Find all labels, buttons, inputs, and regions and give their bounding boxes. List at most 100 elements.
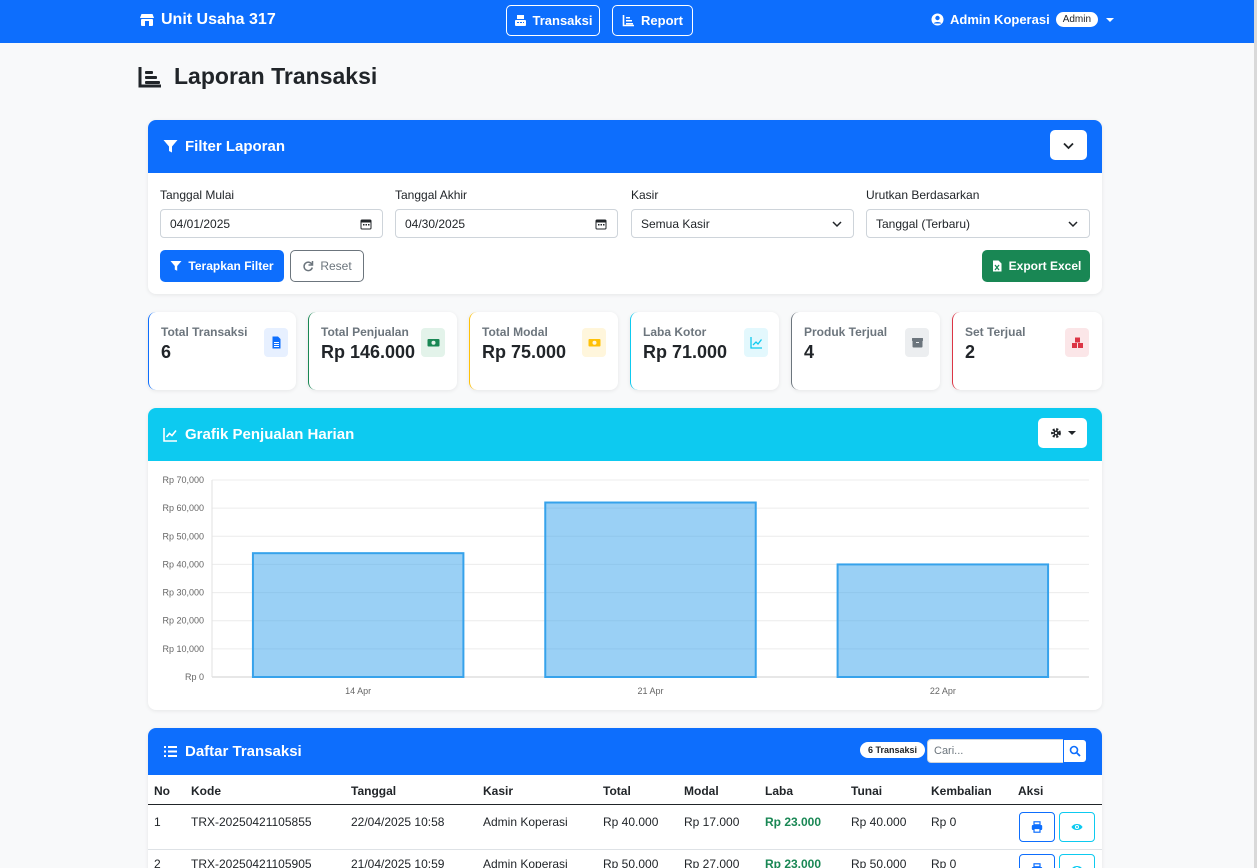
sort-label: Urutkan Berdasarkan (866, 188, 980, 202)
cell-kembalian: Rp 0 (931, 857, 957, 868)
transactions-card: Daftar Transaksi 6 Transaksi Cari... No … (148, 728, 1102, 868)
bar (251, 552, 465, 678)
stat-card-total-transaksi: Total Transaksi 6 (148, 312, 296, 390)
kasir-value: Semua Kasir (641, 216, 710, 231)
nav-report-button[interactable]: Report (612, 5, 693, 36)
y-tick-label: Rp 70,000 (162, 475, 204, 485)
y-tick-label: Rp 0 (185, 672, 204, 682)
start-date-label: Tanggal Mulai (160, 188, 235, 202)
brand[interactable]: Unit Usaha 317 (139, 11, 276, 29)
navbar: Unit Usaha 317 Transaksi Report Admin Ko… (0, 0, 1254, 43)
box-icon (905, 328, 929, 357)
stat-value: 6 (161, 342, 172, 362)
transaction-count-badge: 6 Transaksi (860, 742, 926, 758)
print-icon (1031, 821, 1043, 833)
reset-button[interactable]: Reset (290, 250, 364, 282)
chevron-down-icon (1063, 142, 1074, 149)
cell-kasir: Admin Koperasi (483, 815, 568, 829)
filter-title: Filter Laporan (185, 138, 286, 155)
stat-label: Laba Kotor (643, 325, 707, 339)
col-header-total: Total (603, 784, 631, 798)
chart-title: Grafik Penjualan Harian (185, 426, 355, 443)
cell-modal: Rp 27.000 (684, 857, 740, 868)
export-excel-button[interactable]: Export Excel (982, 250, 1090, 282)
kasir-select[interactable]: Semua Kasir (631, 209, 854, 238)
stat-label: Total Transaksi (161, 325, 248, 339)
chart-settings-button[interactable] (1038, 418, 1087, 448)
apply-filter-button[interactable]: Terapkan Filter (160, 250, 284, 282)
search-input[interactable]: Cari... (927, 739, 1064, 763)
cell-tunai: Rp 40.000 (851, 815, 907, 829)
cell-kembalian: Rp 0 (931, 815, 957, 829)
cash-register-icon (514, 15, 526, 26)
cell-no: 2 (154, 857, 161, 868)
filter-card: Filter Laporan Tanggal Mulai 04/01/2025 … (148, 120, 1102, 294)
boxes-icon (1065, 328, 1089, 357)
chevron-down-icon (1067, 431, 1076, 435)
cell-laba: Rp 23.000 (765, 857, 822, 868)
stat-label: Set Terjual (965, 325, 1026, 339)
calendar-icon[interactable] (360, 218, 372, 230)
filter-icon (170, 261, 182, 271)
bar (836, 563, 1050, 678)
eye-icon (1071, 824, 1083, 830)
x-tick-label: 21 Apr (637, 686, 663, 696)
search-button[interactable] (1063, 739, 1087, 763)
end-date-input[interactable]: 04/30/2025 (395, 209, 618, 238)
col-header-kembalian: Kembalian (931, 784, 992, 798)
brand-name: Unit Usaha 317 (161, 11, 276, 28)
page-title-text: Laporan Transaksi (174, 63, 378, 89)
chart-line-icon (622, 15, 635, 27)
chart-card: Grafik Penjualan Harian Rp 0 Rp 10,000 Rp … (148, 408, 1102, 710)
y-tick-label: Rp 30,000 (162, 588, 204, 598)
stat-label: Total Modal (482, 325, 548, 339)
calendar-icon[interactable] (595, 218, 607, 230)
view-button[interactable] (1059, 812, 1095, 842)
cell-laba: Rp 23.000 (765, 815, 822, 829)
print-button[interactable] (1019, 854, 1055, 868)
x-tick-label: 14 Apr (345, 686, 371, 696)
col-header-kode: Kode (191, 784, 221, 798)
nav-transaksi-button[interactable]: Transaksi (506, 5, 600, 36)
cell-kasir: Admin Koperasi (483, 857, 568, 868)
stat-card-total-penjualan: Total Penjualan Rp 146.000 (308, 312, 457, 390)
col-header-modal: Modal (684, 784, 719, 798)
list-icon (164, 746, 177, 757)
print-button[interactable] (1019, 812, 1055, 842)
start-date-input[interactable]: 04/01/2025 (160, 209, 383, 238)
y-tick-label: Rp 50,000 (162, 531, 204, 541)
y-tick-label: Rp 20,000 (162, 616, 204, 626)
gear-icon (1050, 428, 1061, 438)
row-divider (148, 849, 1102, 850)
stat-value: 2 (965, 342, 976, 362)
end-date-label: Tanggal Akhir (395, 188, 468, 202)
sort-select[interactable]: Tanggal (Terbaru) (866, 209, 1090, 238)
user-menu[interactable]: Admin Koperasi Admin (931, 12, 1115, 27)
end-date-value: 04/30/2025 (405, 216, 466, 231)
page-title: Laporan Transaksi (138, 63, 377, 90)
cell-total: Rp 40.000 (603, 815, 659, 829)
header-divider (148, 804, 1102, 805)
collapse-button[interactable] (1050, 130, 1087, 160)
y-tick-label: Rp 10,000 (162, 644, 204, 654)
kasir-label: Kasir (631, 188, 659, 202)
store-icon (140, 14, 154, 26)
cell-kode: TRX-20250421105905 (191, 857, 312, 868)
search-icon (1069, 745, 1081, 757)
cell-modal: Rp 17.000 (684, 815, 740, 829)
print-icon (1031, 863, 1043, 868)
view-button[interactable] (1059, 854, 1095, 868)
col-header-kasir: Kasir (483, 784, 514, 798)
chart-area-icon (163, 428, 177, 442)
transactions-title: Daftar Transaksi (185, 743, 302, 760)
col-header-tunai: Tunai (851, 784, 883, 798)
cell-total: Rp 50.000 (603, 857, 659, 868)
stat-label: Total Penjualan (321, 325, 409, 339)
y-tick-label: Rp 60,000 (162, 503, 204, 513)
col-header-aksi: Aksi (1018, 784, 1044, 798)
stat-value: Rp 146.000 (321, 342, 416, 362)
cell-tunai: Rp 50.000 (851, 857, 907, 868)
col-header-laba: Laba (765, 784, 794, 798)
chevron-down-icon (1106, 17, 1115, 22)
filter-header: Filter Laporan (148, 120, 1102, 173)
